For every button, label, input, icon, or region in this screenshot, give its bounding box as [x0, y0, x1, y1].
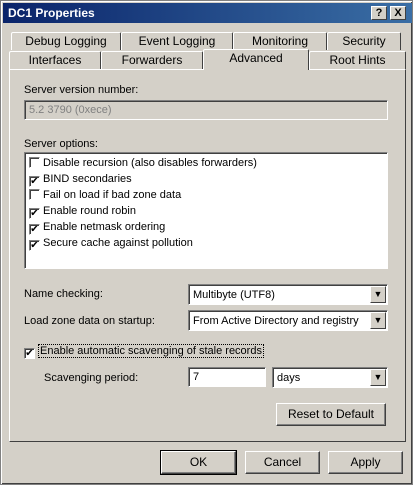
- chevron-down-icon[interactable]: ▼: [370, 369, 386, 386]
- period-unit-value: days: [277, 372, 301, 384]
- tab-row-back: Debug Logging Event Logging Monitoring S…: [11, 32, 401, 50]
- checkbox-secure-cache[interactable]: ✔: [29, 240, 40, 251]
- tab-event-logging[interactable]: Event Logging: [121, 32, 233, 50]
- period-unit-dropdown[interactable]: days ▼: [272, 367, 388, 388]
- server-options-label: Server options:: [24, 138, 98, 150]
- window-title: DC1 Properties: [8, 6, 95, 20]
- checkbox-disable-recursion[interactable]: [29, 157, 40, 168]
- server-options-list[interactable]: Disable recursion (also disables forward…: [24, 152, 388, 269]
- scavenging-period-input[interactable]: 7: [188, 367, 266, 387]
- load-zone-value: From Active Directory and registry: [193, 315, 359, 327]
- tab-forwarders[interactable]: Forwarders: [101, 51, 203, 69]
- advanced-panel: Server version number: 5.2 3790 (0xece) …: [9, 69, 406, 442]
- tab-row-front: Interfaces Forwarders Advanced Root Hint…: [9, 49, 406, 70]
- title-bar: DC1 Properties ? X: [3, 3, 412, 23]
- tab-debug-logging[interactable]: Debug Logging: [11, 32, 121, 50]
- checkbox-round-robin[interactable]: ✔: [29, 208, 40, 219]
- checkbox-bind-secondaries[interactable]: ✔: [29, 176, 40, 187]
- scavenging-checkbox-row[interactable]: ✔ Enable automatic scavenging of stale re…: [24, 344, 264, 359]
- tab-interfaces[interactable]: Interfaces: [9, 51, 101, 69]
- cancel-button[interactable]: Cancel: [245, 451, 320, 474]
- name-checking-dropdown[interactable]: Multibyte (UTF8) ▼: [188, 284, 388, 305]
- close-button[interactable]: X: [390, 6, 406, 20]
- tab-advanced[interactable]: Advanced: [203, 49, 309, 70]
- server-version-label: Server version number:: [24, 84, 139, 96]
- option-secure-cache[interactable]: ✔ Secure cache against pollution: [29, 237, 193, 253]
- chevron-down-icon[interactable]: ▼: [370, 312, 386, 329]
- tab-root-hints[interactable]: Root Hints: [309, 51, 406, 69]
- checkbox-scavenging[interactable]: ✔: [24, 348, 35, 359]
- tab-security[interactable]: Security: [327, 32, 401, 50]
- help-button[interactable]: ?: [371, 6, 387, 20]
- option-bind-secondaries[interactable]: ✔ BIND secondaries: [29, 173, 132, 189]
- load-zone-label: Load zone data on startup:: [24, 315, 155, 327]
- name-checking-value: Multibyte (UTF8): [193, 289, 275, 301]
- scavenging-label: Enable automatic scavenging of stale rec…: [38, 344, 264, 358]
- apply-button[interactable]: Apply: [328, 451, 403, 474]
- scavenging-period-label: Scavenging period:: [44, 372, 139, 384]
- checkbox-netmask-ordering[interactable]: ✔: [29, 224, 40, 235]
- reset-to-default-button[interactable]: Reset to Default: [276, 403, 386, 426]
- ok-button[interactable]: OK: [160, 450, 237, 475]
- option-disable-recursion[interactable]: Disable recursion (also disables forward…: [29, 157, 257, 173]
- server-version-field: 5.2 3790 (0xece): [24, 100, 388, 120]
- option-round-robin[interactable]: ✔ Enable round robin: [29, 205, 136, 221]
- chevron-down-icon[interactable]: ▼: [370, 286, 386, 303]
- load-zone-dropdown[interactable]: From Active Directory and registry ▼: [188, 310, 388, 331]
- option-fail-on-load[interactable]: Fail on load if bad zone data: [29, 189, 181, 205]
- name-checking-label: Name checking:: [24, 288, 103, 300]
- option-netmask-ordering[interactable]: ✔ Enable netmask ordering: [29, 221, 165, 237]
- dc1-properties-dialog: DC1 Properties ? X Debug Logging Event L…: [0, 0, 413, 485]
- tab-monitoring[interactable]: Monitoring: [233, 32, 327, 50]
- checkbox-fail-on-load[interactable]: [29, 189, 40, 200]
